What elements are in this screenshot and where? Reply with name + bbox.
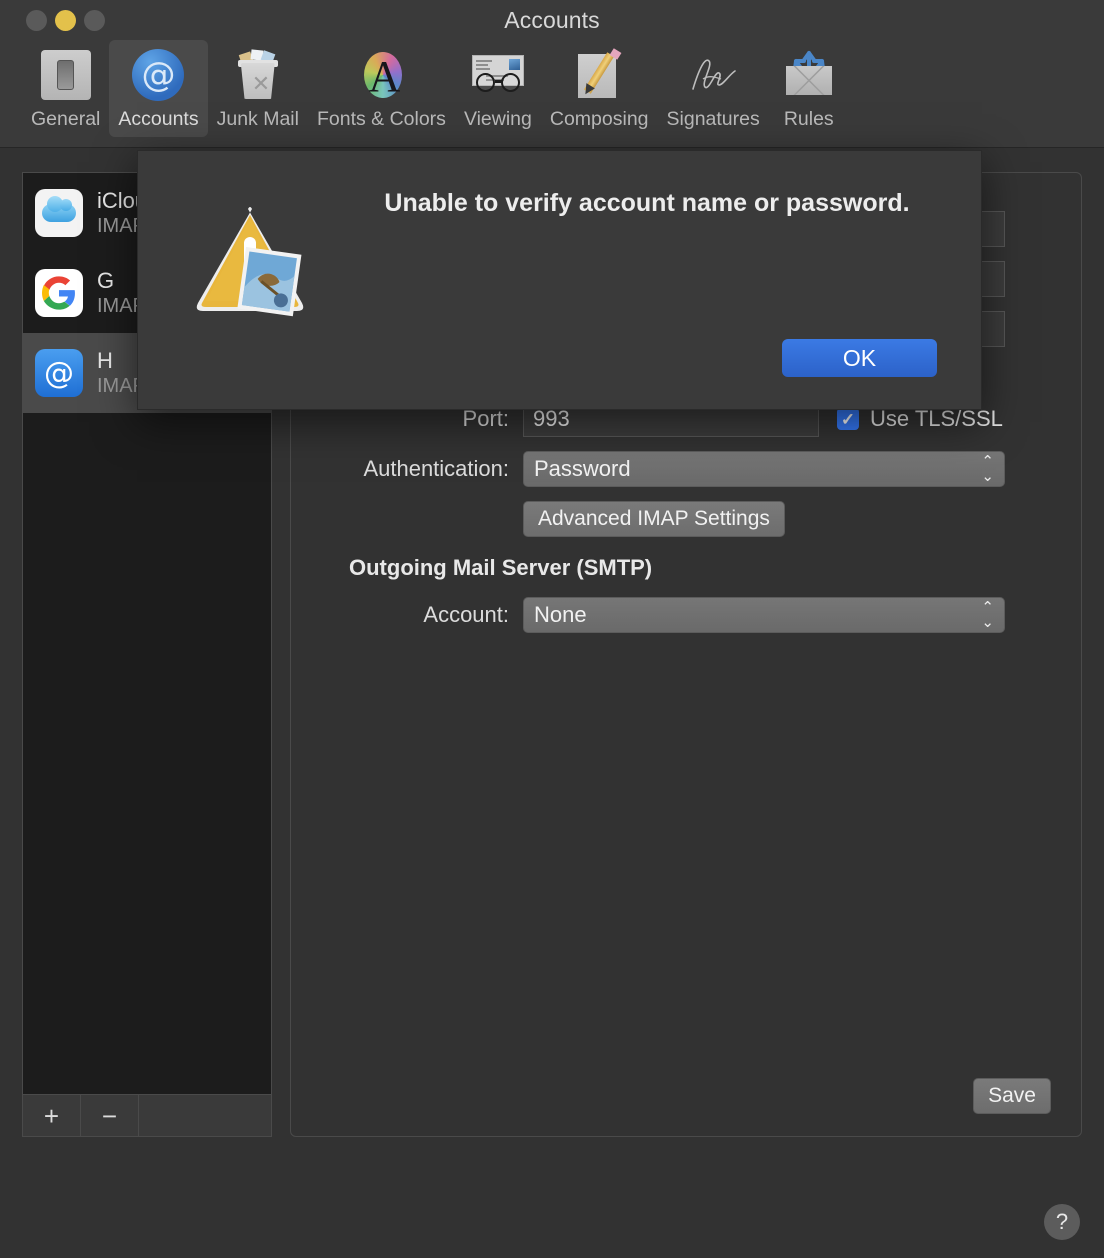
toolbar-label-general: General (31, 108, 101, 130)
alert-message: Unable to verify account name or passwor… (384, 189, 910, 217)
toolbar-item-general[interactable]: General (22, 40, 109, 137)
authentication-value: Password (534, 456, 631, 481)
warning-triangle-mail-icon (190, 199, 315, 319)
chevron-updown-icon: ⌃ ⌄ (981, 453, 994, 485)
window-title: Accounts (504, 7, 600, 33)
toolbar-item-viewing[interactable]: Viewing (455, 40, 541, 137)
smtp-account-value: None (534, 602, 587, 627)
toolbar-item-composing[interactable]: Composing (541, 40, 658, 137)
at-sign-icon: @ (35, 349, 83, 397)
toolbar-item-signatures[interactable]: Signatures (658, 40, 769, 137)
ok-button[interactable]: OK (782, 339, 937, 377)
title-bar: Accounts (0, 0, 1104, 40)
accounts-toolbar-spacer (139, 1095, 271, 1136)
signature-icon (682, 44, 744, 106)
smtp-account-row: Account: None ⌃ ⌄ (325, 597, 1047, 633)
envelope-glasses-icon (467, 44, 529, 106)
toolbar-label-fonts-colors: Fonts & Colors (316, 108, 446, 130)
toolbar-item-accounts[interactable]: @ Accounts (109, 40, 208, 137)
preferences-toolbar: General @ Accounts ✕ Junk Mail A Fonts &… (0, 40, 1104, 148)
smtp-account-label: Account: (423, 602, 509, 627)
google-icon (35, 269, 83, 317)
chevron-updown-icon: ⌃ ⌄ (981, 599, 994, 631)
toolbar-label-junk-mail: Junk Mail (216, 108, 299, 130)
toolbar-label-viewing: Viewing (463, 108, 532, 130)
toolbar-item-junk-mail[interactable]: ✕ Junk Mail (208, 40, 308, 137)
outgoing-section-title: Outgoing Mail Server (SMTP) (349, 555, 653, 580)
save-button-wrap: Save (973, 1078, 1051, 1114)
toolbar-label-signatures: Signatures (666, 108, 760, 130)
advanced-settings-row: Advanced IMAP Settings (325, 501, 1047, 537)
envelope-arrows-icon (778, 44, 840, 106)
toolbar-label-composing: Composing (549, 108, 649, 130)
color-wheel-a-icon: A (350, 44, 412, 106)
use-tls-ssl-checkbox[interactable] (837, 408, 859, 430)
add-account-button[interactable]: + (23, 1095, 81, 1136)
help-button[interactable]: ? (1044, 1204, 1080, 1240)
general-switch-icon (35, 44, 97, 106)
toolbar-item-rules[interactable]: Rules (769, 40, 849, 137)
toolbar-label-rules: Rules (783, 108, 834, 130)
authentication-row: Authentication: Password ⌃ ⌄ (325, 451, 1047, 487)
alert-dialog: Unable to verify account name or passwor… (137, 150, 982, 410)
pencil-pad-icon (568, 44, 630, 106)
at-sign-icon: @ (127, 44, 189, 106)
authentication-label: Authentication: (363, 456, 509, 481)
toolbar-label-accounts: Accounts (118, 108, 199, 130)
accounts-list-toolbar: + − (23, 1094, 271, 1136)
save-button[interactable]: Save (973, 1078, 1051, 1114)
remove-account-button[interactable]: − (81, 1095, 139, 1136)
icloud-icon (35, 189, 83, 237)
preferences-window: Accounts General @ Accounts ✕ Junk Mail (0, 0, 1104, 1258)
toolbar-item-fonts-colors[interactable]: A Fonts & Colors (308, 40, 455, 137)
smtp-account-select[interactable]: None ⌃ ⌄ (523, 597, 1005, 633)
trash-can-icon: ✕ (227, 44, 289, 106)
authentication-select[interactable]: Password ⌃ ⌄ (523, 451, 1005, 487)
advanced-imap-settings-button[interactable]: Advanced IMAP Settings (523, 501, 785, 537)
